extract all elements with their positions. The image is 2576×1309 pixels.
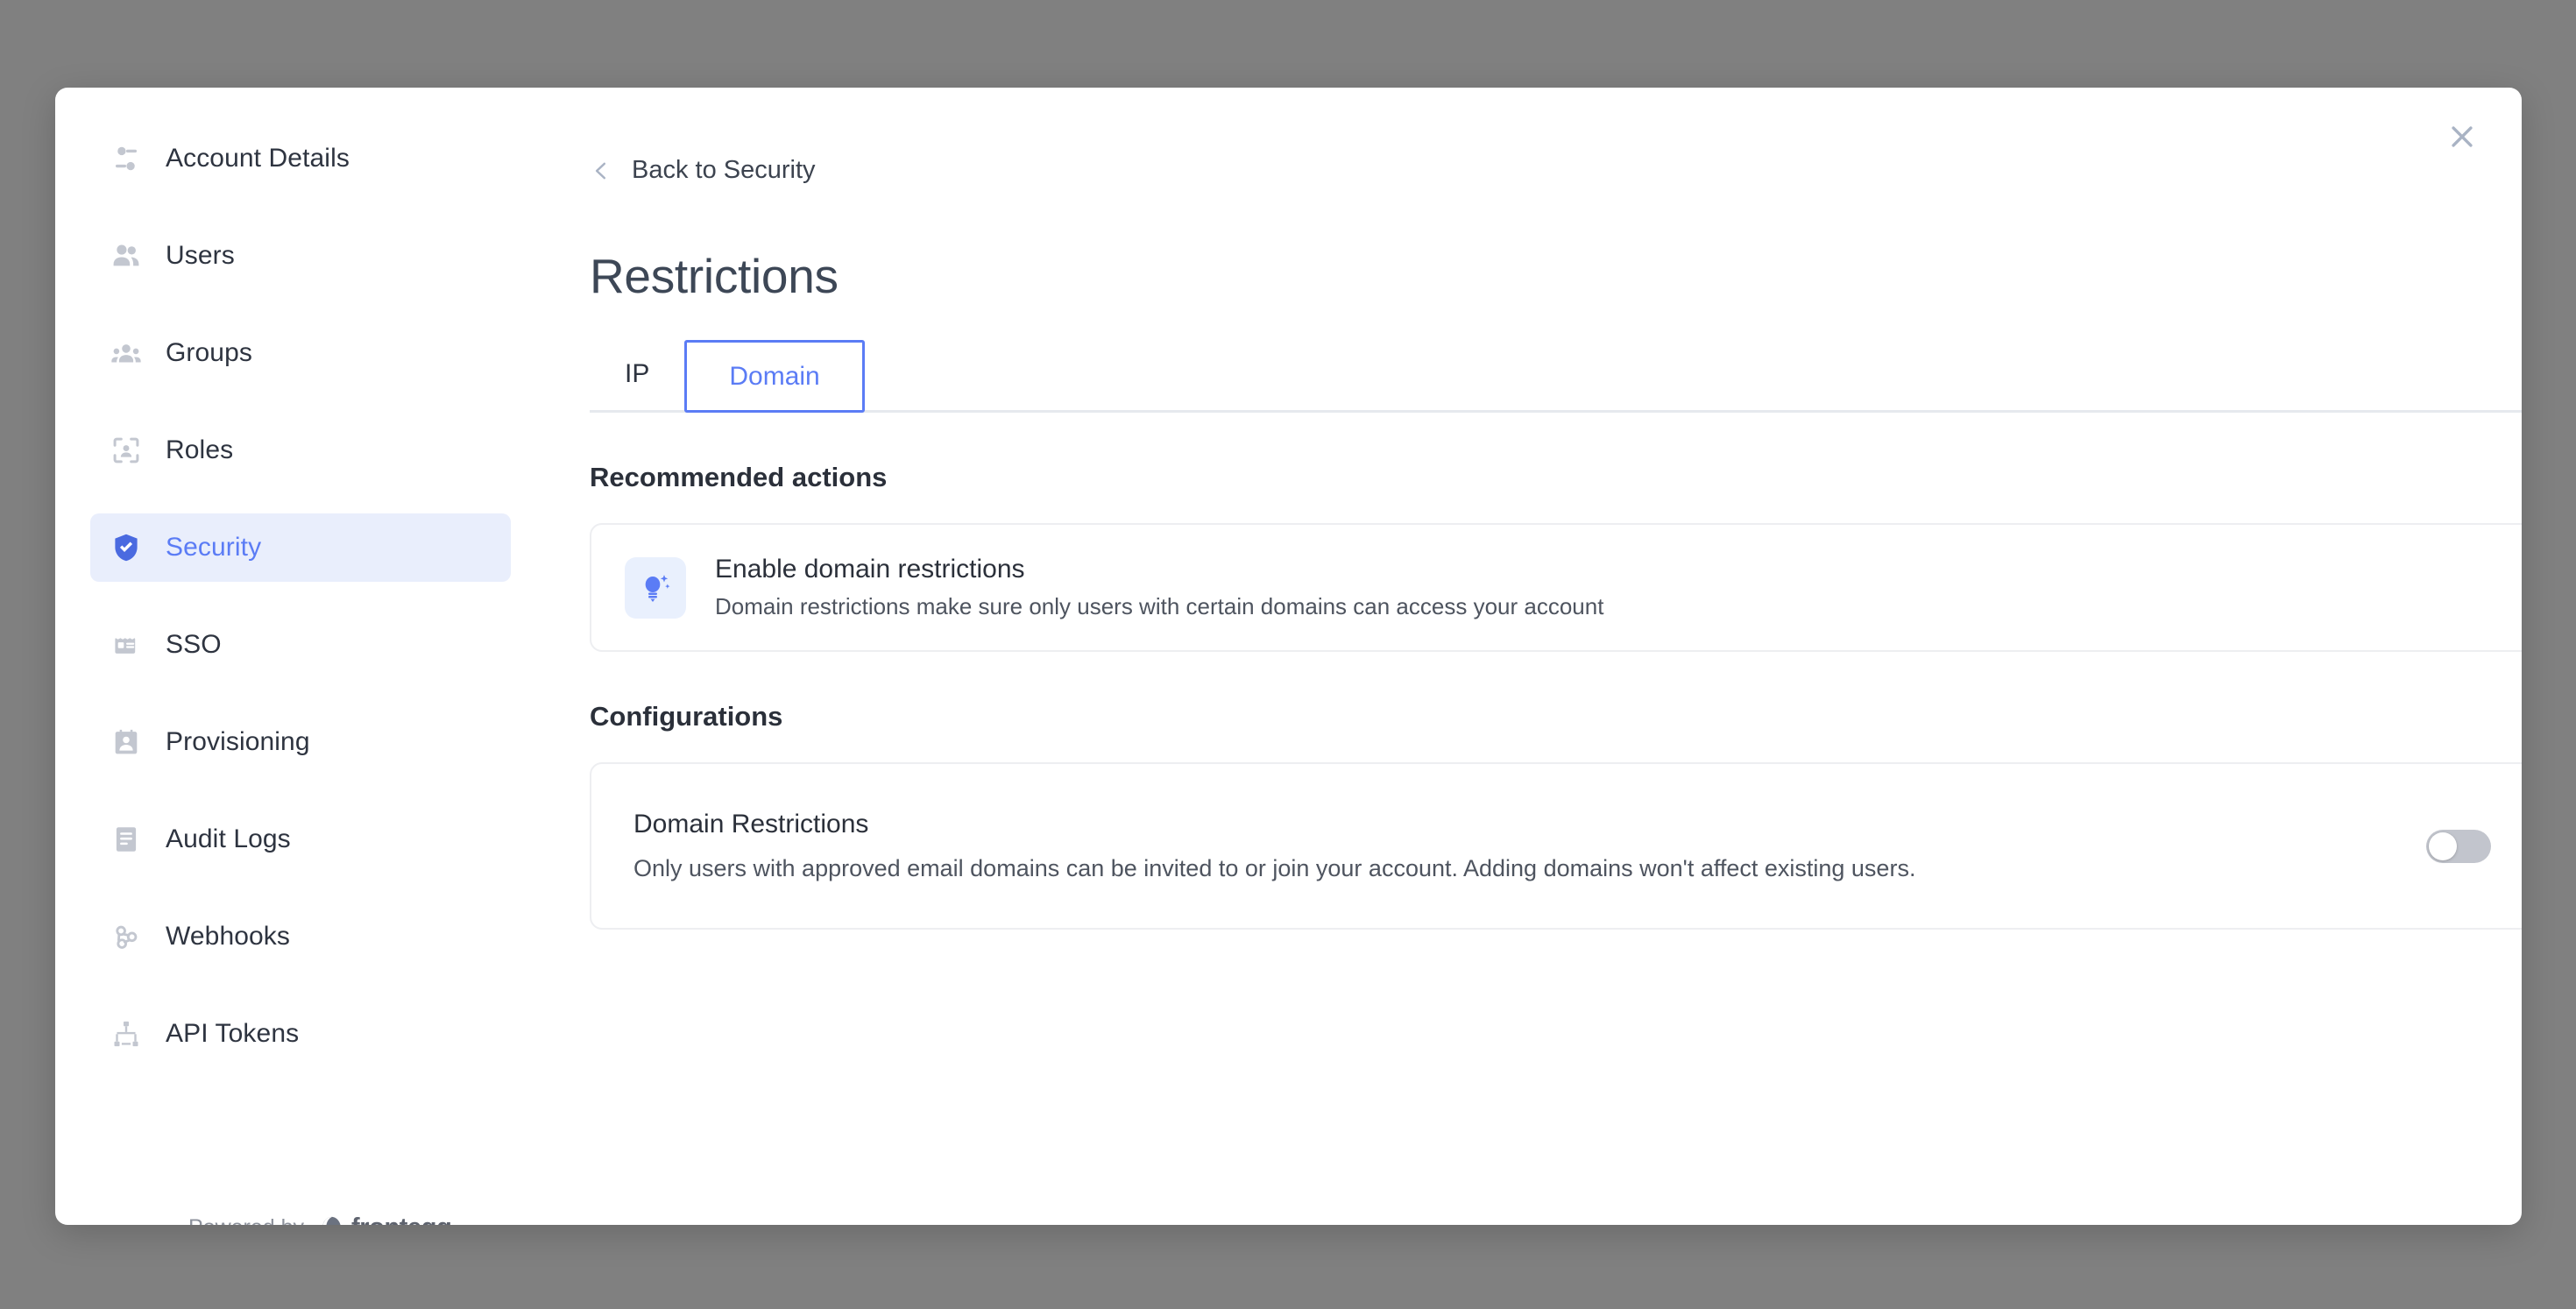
sidebar-item-users[interactable]: Users <box>90 222 511 290</box>
powered-by-footer: Powered by frontegg <box>188 1213 452 1225</box>
users-icon <box>110 239 143 272</box>
shield-check-icon <box>110 531 143 564</box>
sidebar-item-label: Security <box>166 533 262 562</box>
sidebar-item-security[interactable]: Security <box>90 513 511 582</box>
sidebar-item-audit-logs[interactable]: Audit Logs <box>90 805 511 874</box>
configuration-texts: Domain Restrictions Only users with appr… <box>633 810 1915 882</box>
configuration-title: Domain Restrictions <box>633 810 869 838</box>
sso-card-icon <box>110 628 143 662</box>
sidebar-item-sso[interactable]: SSO <box>90 611 511 679</box>
sidebar-item-label: SSO <box>166 630 222 659</box>
main-content: Back to Security Restrictions IP Domain … <box>590 88 2522 1225</box>
hierarchy-icon <box>110 1017 143 1051</box>
powered-by-label: Powered by <box>188 1215 304 1225</box>
sidebar-item-label: Audit Logs <box>166 824 291 853</box>
configuration-description: Only users with approved email domains c… <box>633 855 1916 881</box>
domain-restrictions-toggle[interactable] <box>2426 829 2491 863</box>
configurations-title: Configurations <box>590 701 783 732</box>
settings-modal: Account Details Users Groups Roles Secur… <box>55 88 2522 1225</box>
sidebar-nav-list: Account Details Users Groups Roles Secur… <box>90 124 511 1068</box>
groups-icon <box>110 336 143 370</box>
document-lines-icon <box>110 823 143 856</box>
sidebar-item-api-tokens[interactable]: API Tokens <box>90 1000 511 1068</box>
sidebar-item-label: Users <box>166 241 235 270</box>
sliders-icon <box>110 142 143 175</box>
back-to-security-link[interactable]: Back to Security <box>590 156 816 185</box>
sidebar-item-label: Provisioning <box>166 727 310 756</box>
restrictions-tabs: IP Domain <box>590 337 2522 413</box>
lightbulb-sparkle-icon <box>625 556 686 619</box>
recommended-actions-title: Recommended actions <box>590 462 888 492</box>
chevron-left-icon <box>590 159 612 182</box>
sidebar-item-label: Account Details <box>166 144 350 173</box>
frontegg-wordmark: frontegg <box>351 1213 452 1225</box>
roles-scan-icon <box>110 434 143 467</box>
sidebar-item-groups[interactable]: Groups <box>90 319 511 387</box>
recommended-action-title: Enable domain restrictions <box>715 555 1025 584</box>
recommended-action-description: Domain restrictions make sure only users… <box>715 593 1604 619</box>
sidebar-item-label: Roles <box>166 435 234 464</box>
recommended-action-texts: Enable domain restrictions Domain restri… <box>715 555 1603 620</box>
sidebar-item-provisioning[interactable]: Provisioning <box>90 708 511 776</box>
page-title: Restrictions <box>590 249 839 303</box>
provisioning-badge-icon <box>110 725 143 759</box>
recommended-action-card[interactable]: Enable domain restrictions Domain restri… <box>590 523 2522 652</box>
tab-ip[interactable]: IP <box>590 337 684 410</box>
sidebar-item-roles[interactable]: Roles <box>90 416 511 485</box>
frontegg-egg-icon <box>322 1216 341 1225</box>
sidebar-item-label: API Tokens <box>166 1019 300 1048</box>
tab-domain[interactable]: Domain <box>684 340 865 413</box>
sidebar-item-label: Webhooks <box>166 922 290 951</box>
webhook-icon <box>110 920 143 953</box>
sidebar: Account Details Users Groups Roles Secur… <box>55 88 546 1225</box>
configuration-card: Domain Restrictions Only users with appr… <box>590 762 2522 930</box>
sidebar-item-webhooks[interactable]: Webhooks <box>90 902 511 971</box>
back-link-label: Back to Security <box>632 156 816 184</box>
sidebar-item-label: Groups <box>166 338 252 367</box>
sidebar-item-account-details[interactable]: Account Details <box>90 124 511 193</box>
toggle-knob <box>2429 831 2457 860</box>
frontegg-logo: frontegg <box>318 1213 452 1225</box>
